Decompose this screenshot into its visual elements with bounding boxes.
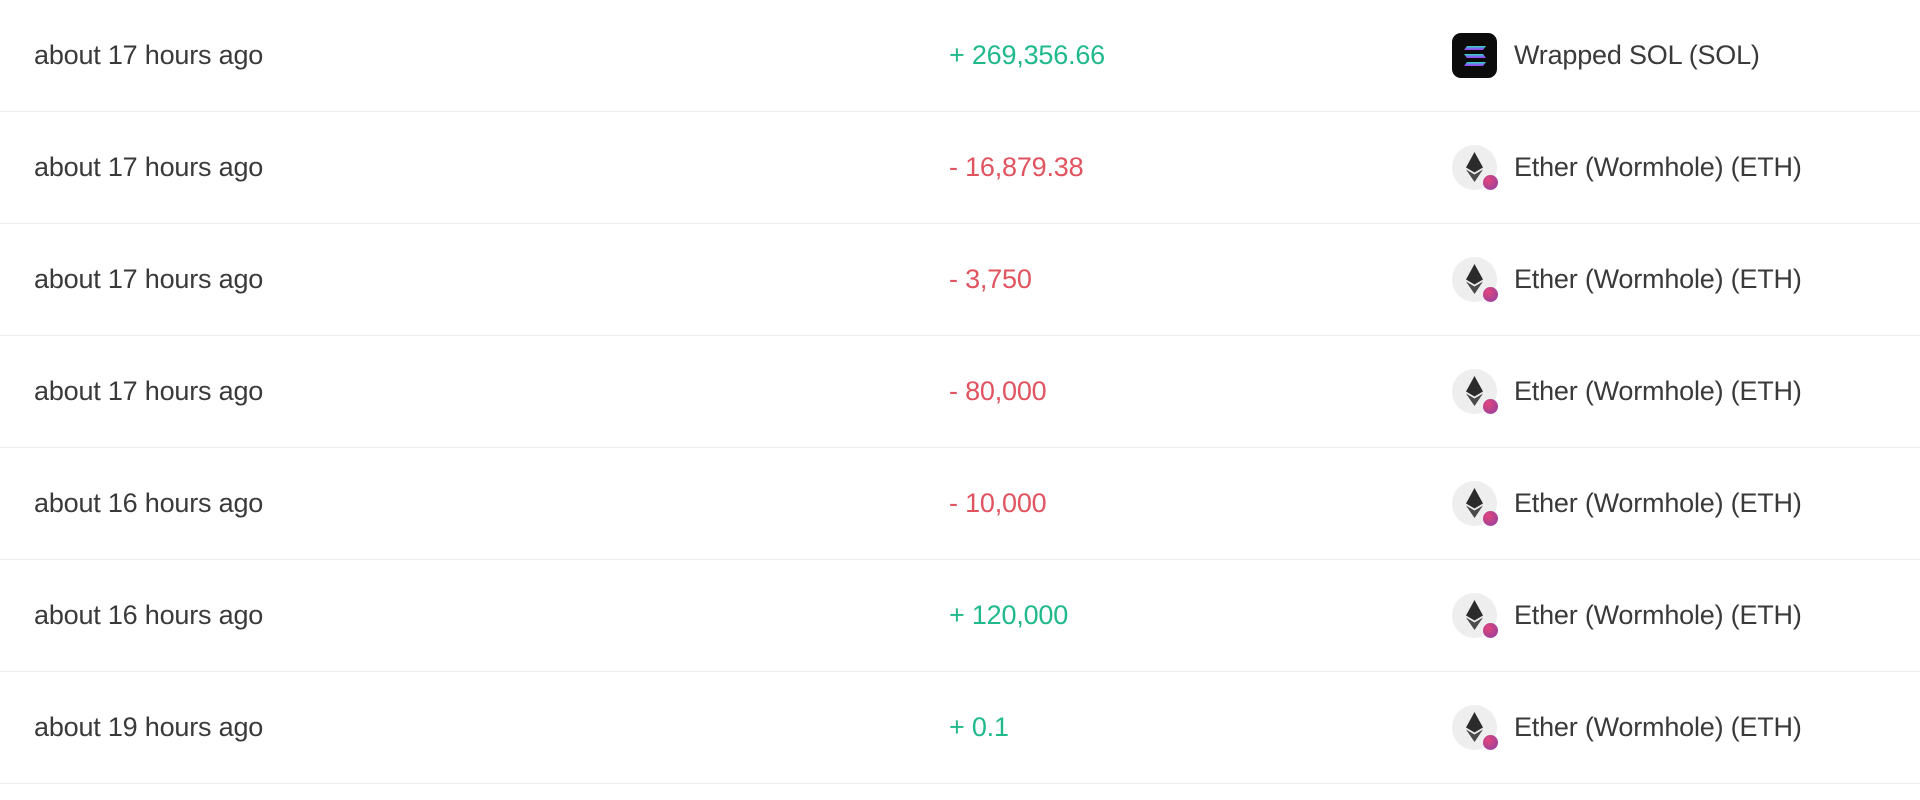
ethereum-wormhole-icon	[1452, 257, 1498, 302]
row-token[interactable]: Wrapped SOL (SOL)	[1452, 0, 1760, 111]
transfers-table: about 17 hours ago + 269,356.66 Wrapped …	[0, 0, 1920, 784]
row-token[interactable]: Ether (Wormhole) (ETH)	[1452, 224, 1802, 335]
wormhole-badge-icon	[1483, 735, 1498, 750]
table-row[interactable]: about 17 hours ago - 16,879.38 Ether (Wo…	[0, 112, 1920, 224]
row-amount: - 10,000	[949, 488, 1047, 518]
row-token[interactable]: Ether (Wormhole) (ETH)	[1452, 560, 1802, 671]
row-time: about 16 hours ago	[34, 600, 264, 630]
table-row[interactable]: about 19 hours ago + 0.1 Ether (Wormhole…	[0, 672, 1920, 784]
table-row[interactable]: about 16 hours ago - 10,000 Ether (Wormh…	[0, 448, 1920, 560]
wormhole-badge-icon	[1483, 175, 1498, 190]
row-amount: - 3,750	[949, 264, 1032, 294]
ethereum-wormhole-icon	[1452, 593, 1498, 638]
row-amount: - 80,000	[949, 376, 1047, 406]
token-name[interactable]: Wrapped SOL (SOL)	[1514, 40, 1760, 71]
table-row[interactable]: about 16 hours ago + 120,000 Ether (Worm…	[0, 560, 1920, 672]
token-name[interactable]: Ether (Wormhole) (ETH)	[1514, 600, 1802, 631]
row-token[interactable]: Ether (Wormhole) (ETH)	[1452, 112, 1802, 223]
token-name[interactable]: Ether (Wormhole) (ETH)	[1514, 376, 1802, 407]
token-name[interactable]: Ether (Wormhole) (ETH)	[1514, 264, 1802, 295]
wormhole-badge-icon	[1483, 511, 1498, 526]
row-time: about 16 hours ago	[34, 488, 264, 518]
row-token[interactable]: Ether (Wormhole) (ETH)	[1452, 672, 1802, 783]
table-row[interactable]: about 17 hours ago - 3,750 Ether (Wormho…	[0, 224, 1920, 336]
ethereum-wormhole-icon	[1452, 705, 1498, 750]
row-time: about 17 hours ago	[34, 264, 264, 294]
row-time: about 19 hours ago	[34, 712, 264, 742]
token-name[interactable]: Ether (Wormhole) (ETH)	[1514, 152, 1802, 183]
row-amount: + 120,000	[949, 600, 1069, 630]
wormhole-badge-icon	[1483, 287, 1498, 302]
ethereum-wormhole-icon	[1452, 481, 1498, 526]
ethereum-wormhole-icon	[1452, 145, 1498, 190]
row-amount: + 269,356.66	[949, 40, 1106, 70]
table-row[interactable]: about 17 hours ago - 80,000 Ether (Wormh…	[0, 336, 1920, 448]
row-amount: - 16,879.38	[949, 152, 1084, 182]
row-amount: + 0.1	[949, 712, 1009, 742]
row-token[interactable]: Ether (Wormhole) (ETH)	[1452, 448, 1802, 559]
row-time: about 17 hours ago	[34, 40, 264, 70]
solana-icon	[1452, 33, 1497, 78]
row-token[interactable]: Ether (Wormhole) (ETH)	[1452, 336, 1802, 447]
row-time: about 17 hours ago	[34, 376, 264, 406]
wormhole-badge-icon	[1483, 623, 1498, 638]
table-row[interactable]: about 17 hours ago + 269,356.66 Wrapped …	[0, 0, 1920, 112]
row-time: about 17 hours ago	[34, 152, 264, 182]
wormhole-badge-icon	[1483, 399, 1498, 414]
ethereum-wormhole-icon	[1452, 369, 1498, 414]
token-name[interactable]: Ether (Wormhole) (ETH)	[1514, 488, 1802, 519]
token-name[interactable]: Ether (Wormhole) (ETH)	[1514, 712, 1802, 743]
